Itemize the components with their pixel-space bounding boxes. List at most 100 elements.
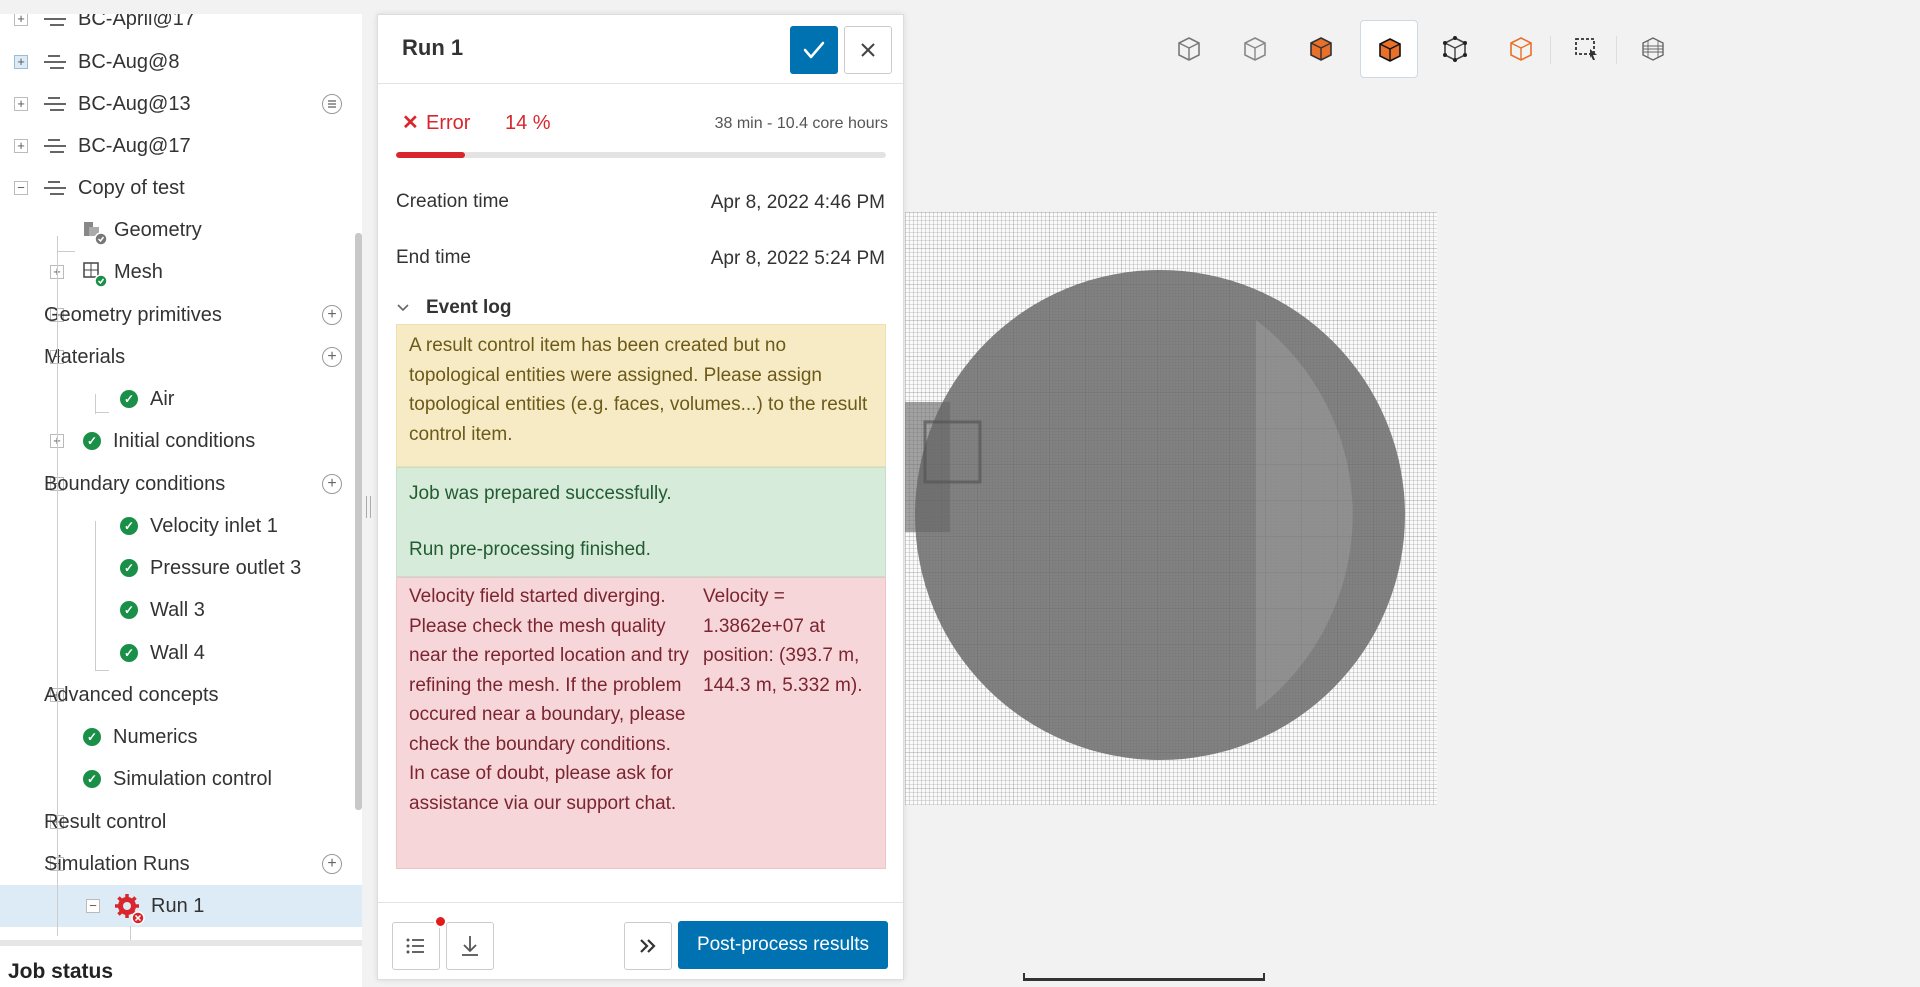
download-icon — [462, 936, 478, 956]
end-time-value: Apr 8, 2022 5:24 PM — [710, 248, 885, 269]
tree-item[interactable]: +Geometry primitives+ — [0, 294, 362, 336]
lines-icon — [44, 180, 66, 196]
tree-item[interactable]: ✓ Simulation control — [0, 758, 362, 800]
tree-item[interactable]: ✓ Air — [0, 378, 362, 420]
log-success-text: Run pre-processing finished. — [409, 538, 651, 560]
run-duration: 38 min - 10.4 core hours — [714, 115, 888, 132]
add-icon[interactable]: + — [322, 854, 342, 874]
tree-item[interactable]: +Advanced concepts — [0, 674, 362, 716]
lines-icon — [44, 14, 66, 27]
cube-points-button[interactable] — [1426, 20, 1484, 78]
tree-item-label: Numerics — [113, 726, 198, 748]
tree-item-label: Pressure outlet 3 — [150, 557, 302, 579]
log-entry-warning: A result control item has been created b… — [396, 324, 886, 467]
menu-icon[interactable] — [322, 94, 342, 114]
expand-button[interactable] — [624, 922, 672, 970]
tree-item[interactable]: +Result control — [0, 801, 362, 843]
log-entry-error: Velocity field started diverging. Please… — [396, 577, 886, 869]
close-icon — [861, 43, 875, 57]
dialog-title: Run 1 — [402, 35, 464, 60]
tree-item[interactable]: + BC-Aug@17 — [0, 125, 362, 167]
mesh-render — [905, 212, 1437, 805]
tree-item-label: BC-Aug@8 — [78, 51, 180, 73]
check-icon: ✓ — [83, 770, 101, 788]
tree-item[interactable]: ✓ Wall 3 — [0, 589, 362, 631]
tree-item[interactable]: ✓ Numerics — [0, 716, 362, 758]
add-icon[interactable]: + — [322, 474, 342, 494]
toolbar-separator — [1616, 36, 1617, 64]
tree-item[interactable]: − Run 1 — [0, 885, 362, 927]
check-icon: ✓ — [120, 390, 138, 408]
tree-connector — [95, 521, 96, 671]
post-process-results-button[interactable]: Post-process results — [678, 921, 888, 969]
check-icon: ✓ — [120, 559, 138, 577]
tree-item-label: Simulation Runs — [44, 853, 190, 875]
tree-item-label: Wall 4 — [150, 642, 205, 664]
lines-icon — [44, 138, 66, 154]
tree-item[interactable]: −Simulation Runs+ — [0, 843, 362, 885]
panel-resize-handle[interactable] — [366, 496, 371, 518]
box-select-button[interactable] — [1558, 20, 1616, 78]
header-divider — [378, 83, 903, 84]
run-dialog: Run 1 ✕ Error 14 % 38 min - 10.4 core ho… — [377, 14, 904, 980]
collapse-toggle[interactable]: − — [14, 181, 28, 195]
creation-time-value: Apr 8, 2022 4:46 PM — [710, 192, 885, 213]
collapse-toggle[interactable]: − — [86, 899, 100, 913]
tree-item[interactable]: ✓ Velocity inlet 1 — [0, 505, 362, 547]
tree-connector — [57, 251, 75, 252]
geometry-icon — [81, 218, 109, 252]
tree-item-label: Geometry — [114, 219, 202, 241]
job-status-title: Job status — [8, 960, 114, 983]
add-icon[interactable]: + — [322, 305, 342, 325]
cube-outline-button[interactable] — [1226, 20, 1284, 78]
expand-toggle[interactable]: + — [14, 139, 28, 153]
log-success-text: Job was prepared successfully. — [409, 483, 672, 504]
tree-item[interactable]: −Materials+ — [0, 336, 362, 378]
confirm-button[interactable] — [790, 26, 838, 74]
expand-toggle[interactable]: + — [14, 55, 28, 69]
run-status: ✕ Error 14 % 38 min - 10.4 core hours — [398, 110, 888, 136]
expand-toggle[interactable]: + — [14, 97, 28, 111]
close-button[interactable] — [844, 26, 892, 74]
add-icon[interactable]: + — [322, 347, 342, 367]
simulation-tree: + BC-April@17 + BC-Aug@8 + BC-Aug@13 + BC-Aug@1… — [0, 14, 362, 944]
job-list-button[interactable] — [392, 922, 440, 970]
tree-item[interactable]: + BC-April@17 — [0, 14, 362, 40]
tree-item-label: Result control — [44, 811, 167, 833]
check-icon — [803, 41, 825, 59]
tree-item[interactable]: +Mesh — [0, 251, 362, 293]
tree-connector — [57, 236, 58, 936]
lines-icon — [44, 54, 66, 70]
progress-bar — [396, 152, 886, 158]
tree-item[interactable]: ✓ Wall 4 — [0, 632, 362, 674]
mesh-viewport[interactable] — [905, 212, 1437, 805]
tree-item-label: Simulation control — [113, 768, 272, 790]
cube-solid-orange-button[interactable] — [1292, 20, 1350, 78]
log-warning-text: A result control item has been created b… — [409, 335, 868, 445]
error-icon: ✕ — [402, 112, 419, 134]
tree-item[interactable]: −Boundary conditions+ — [0, 463, 362, 505]
expand-toggle[interactable]: + — [14, 14, 28, 26]
double-chevron-right-icon — [640, 939, 656, 953]
check-icon: ✓ — [120, 644, 138, 662]
toolbar-separator — [1550, 36, 1551, 64]
tree-item[interactable]: − Copy of test — [0, 167, 362, 209]
cube-wireframe-button[interactable] — [1160, 20, 1218, 78]
download-button[interactable] — [446, 922, 494, 970]
tree-item[interactable]: Geometry — [0, 209, 362, 251]
progress-fill — [396, 152, 465, 158]
tree-scrollbar[interactable] — [355, 233, 362, 810]
tree-item-label: Air — [150, 388, 175, 410]
mesh-view-button[interactable] — [1624, 20, 1682, 78]
cube-solid-edges-button[interactable] — [1360, 20, 1418, 78]
tree-item[interactable]: ✓ Pressure outlet 3 — [0, 547, 362, 589]
cube-orange-outline-button[interactable] — [1492, 20, 1550, 78]
mesh-icon — [81, 260, 109, 294]
tree-item[interactable]: + BC-Aug@13 — [0, 83, 362, 125]
tree-item[interactable]: + BC-Aug@8 — [0, 41, 362, 83]
event-log-toggle[interactable]: Event log — [396, 297, 512, 319]
status-label: Error — [426, 112, 471, 134]
tree-item[interactable]: +✓Initial conditions — [0, 420, 362, 462]
tree-connector — [95, 670, 109, 671]
check-icon: ✓ — [83, 432, 101, 450]
